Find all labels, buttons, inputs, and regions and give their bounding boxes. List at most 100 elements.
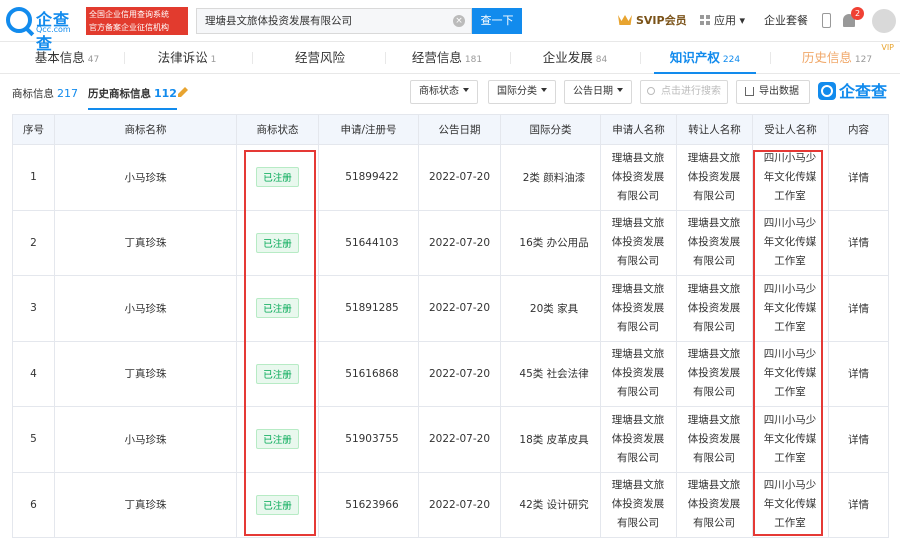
badge-line-2: 官方备案企业征信机构 bbox=[89, 23, 169, 32]
cell-line: 体投资发展 bbox=[687, 170, 741, 183]
detail-link[interactable]: 详情 bbox=[828, 471, 889, 538]
transferee-link[interactable]: 四川小马少 年文化传媒 工作室 bbox=[752, 209, 829, 276]
applicant-link[interactable]: 理塘县文旅 体投资发展 有限公司 bbox=[600, 340, 677, 407]
crown-icon bbox=[618, 15, 632, 25]
cell-line: 四川小马少 bbox=[763, 282, 817, 295]
applicant-link[interactable]: 理塘县文旅 体投资发展 有限公司 bbox=[600, 144, 677, 211]
cell-line: 有限公司 bbox=[693, 386, 735, 399]
cell-line: 体投资发展 bbox=[687, 367, 741, 380]
transferor-link[interactable]: 理塘县文旅体投资发展有限公司 bbox=[676, 340, 753, 407]
search-input[interactable] bbox=[205, 9, 445, 33]
row-number: 5 bbox=[12, 406, 55, 473]
cell-line: 工作室 bbox=[774, 189, 806, 202]
download-icon bbox=[745, 87, 754, 96]
cell-line: 年文化传媒 bbox=[763, 367, 817, 380]
registration-number: 51616868 bbox=[318, 340, 419, 407]
transferor-link[interactable]: 理塘县文旅 体投资发展 有限公司 bbox=[676, 144, 753, 211]
applicant-link[interactable]: 理塘县文旅 体投资发展 有限公司 bbox=[600, 275, 677, 342]
class-filter-dropdown[interactable]: 国际分类 bbox=[488, 80, 556, 104]
subtab-count: 112 bbox=[154, 87, 177, 100]
row-number: 3 bbox=[12, 275, 55, 342]
detail-link[interactable]: 详情 bbox=[828, 340, 889, 407]
cell-line: 理塘县文旅 bbox=[687, 282, 741, 295]
trademark-name: 丁真珍珠 bbox=[54, 209, 237, 276]
cell-line: 有限公司 bbox=[617, 386, 659, 399]
transferor-link[interactable]: 理塘县文旅 体投资发展 有限公司 bbox=[676, 275, 753, 342]
cell-line: 体投资发展 bbox=[687, 432, 741, 445]
cell-line: 理塘县文旅 bbox=[687, 348, 741, 361]
announce-date: 2022-07-20 bbox=[418, 340, 501, 407]
cell-line: 理塘县文旅 bbox=[687, 217, 741, 230]
dropdown-label: 商标状态 bbox=[419, 86, 459, 97]
app-label: 应用 bbox=[714, 14, 736, 27]
intl-class: 42类 设计研究 bbox=[500, 471, 601, 538]
tab-development[interactable]: 企业发展 84 bbox=[514, 42, 636, 74]
applicant-link[interactable]: 理塘县文旅 体投资发展 有限公司 bbox=[600, 406, 677, 473]
transferee-link[interactable]: 四川小马少 年文化传媒 工作室 bbox=[752, 275, 829, 342]
transferor-link[interactable]: 理塘县文旅 体投资发展 有限公司 bbox=[676, 209, 753, 276]
transferor-link[interactable]: 理塘县文旅 体投资发展 有限公司 bbox=[676, 406, 753, 473]
status-badge: 已注册 bbox=[256, 494, 299, 515]
trademark-name: 小马珍珠 bbox=[54, 275, 237, 342]
detail-link[interactable]: 详情 bbox=[828, 209, 889, 276]
detail-link[interactable]: 详情 bbox=[828, 144, 889, 211]
search-icon bbox=[647, 87, 655, 95]
cell-line: 体投资发展 bbox=[611, 301, 665, 314]
detail-link[interactable]: 详情 bbox=[828, 406, 889, 473]
registration-number: 51644103 bbox=[318, 209, 419, 276]
transferor-link[interactable]: 理塘县文旅 体投资发展 有限公司 bbox=[676, 471, 753, 538]
subtab-trademark-info[interactable]: 商标信息 217 bbox=[12, 86, 78, 102]
transferee-link[interactable]: 四川小马少 年文化传媒 工作室 bbox=[752, 340, 829, 407]
clear-icon[interactable]: × bbox=[453, 15, 465, 27]
transferee-link[interactable]: 四川小马少 年文化传媒 工作室 bbox=[752, 471, 829, 538]
cell-line: 有限公司 bbox=[617, 255, 659, 268]
registration-number: 51903755 bbox=[318, 406, 419, 473]
tab-basic-info[interactable]: 基本信息 47 bbox=[12, 42, 122, 74]
intl-class: 45类 社会法律 bbox=[500, 340, 601, 407]
registration-number: 51623966 bbox=[318, 471, 419, 538]
export-label: 导出数据 bbox=[759, 86, 799, 97]
status-badge: 已注册 bbox=[256, 232, 299, 253]
column-header: 转让人名称 bbox=[676, 114, 753, 145]
app-menu[interactable]: 应用 ▾ bbox=[700, 12, 745, 30]
tab-risk[interactable]: 经营风险 bbox=[256, 42, 384, 74]
phone-icon[interactable] bbox=[822, 13, 831, 28]
subtab-label: 历史商标信息 bbox=[88, 88, 151, 100]
main-tabs: 基本信息 47 法律诉讼 1 经营风险 经营信息 181 企业发展 84 知识产权 224… bbox=[0, 42, 900, 74]
detail-link[interactable]: 详情 bbox=[828, 275, 889, 342]
intl-class: 16类 办公用品 bbox=[500, 209, 601, 276]
cell-line: 四川小马少 bbox=[763, 151, 817, 164]
cell-line: 理塘县文旅 bbox=[611, 479, 665, 492]
svip-link[interactable]: SVIP会员 bbox=[618, 12, 687, 30]
applicant-link[interactable]: 理塘县文旅 体投资发展 有限公司 bbox=[600, 471, 677, 538]
tab-legal[interactable]: 法律诉讼 1 bbox=[128, 42, 246, 74]
subtab-history-trademark[interactable]: 历史商标信息 112 bbox=[88, 86, 177, 110]
status-filter-dropdown[interactable]: 商标状态 bbox=[410, 80, 478, 104]
cell-line: 有限公司 bbox=[617, 320, 659, 333]
export-button[interactable]: 导出数据 bbox=[736, 80, 810, 104]
tab-count: 127 bbox=[854, 55, 873, 65]
tab-history[interactable]: 历史信息 127 VIP bbox=[776, 42, 898, 74]
column-header: 序号 bbox=[12, 114, 55, 145]
qcc-logo[interactable]: 企查查 Qcc.com bbox=[6, 6, 84, 53]
subtab-count: 217 bbox=[57, 87, 78, 100]
chevron-down-icon bbox=[617, 88, 623, 92]
transferee-link[interactable]: 四川小马少 年文化传媒 工作室 bbox=[752, 406, 829, 473]
applicant-link[interactable]: 理塘县文旅 体投资发展 有限公司 bbox=[600, 209, 677, 276]
enterprise-plan-link[interactable]: 企业套餐 bbox=[764, 12, 808, 30]
tab-ip[interactable]: 知识产权 224 bbox=[644, 42, 766, 74]
official-badge: 全国企业信用查询系统 官方备案企业征信机构 bbox=[86, 7, 188, 35]
date-filter-dropdown[interactable]: 公告日期 bbox=[564, 80, 632, 104]
tab-operations[interactable]: 经营信息 181 bbox=[388, 42, 506, 74]
table-search-input[interactable]: 点击进行搜索 bbox=[640, 80, 728, 104]
column-header: 公告日期 bbox=[418, 114, 501, 145]
column-header: 内容 bbox=[828, 114, 889, 145]
cell-line: 理塘县文旅 bbox=[687, 479, 741, 492]
avatar[interactable] bbox=[872, 9, 896, 33]
cell-line: 体投资发展 bbox=[611, 236, 665, 249]
transferee-link[interactable]: 四川小马少 年文化传媒 工作室 bbox=[752, 144, 829, 211]
cell-line: 工作室 bbox=[774, 517, 806, 530]
registration-number: 51899422 bbox=[318, 144, 419, 211]
search-button[interactable]: 查一下 bbox=[472, 8, 522, 34]
tab-label: 法律诉讼 bbox=[157, 50, 208, 65]
